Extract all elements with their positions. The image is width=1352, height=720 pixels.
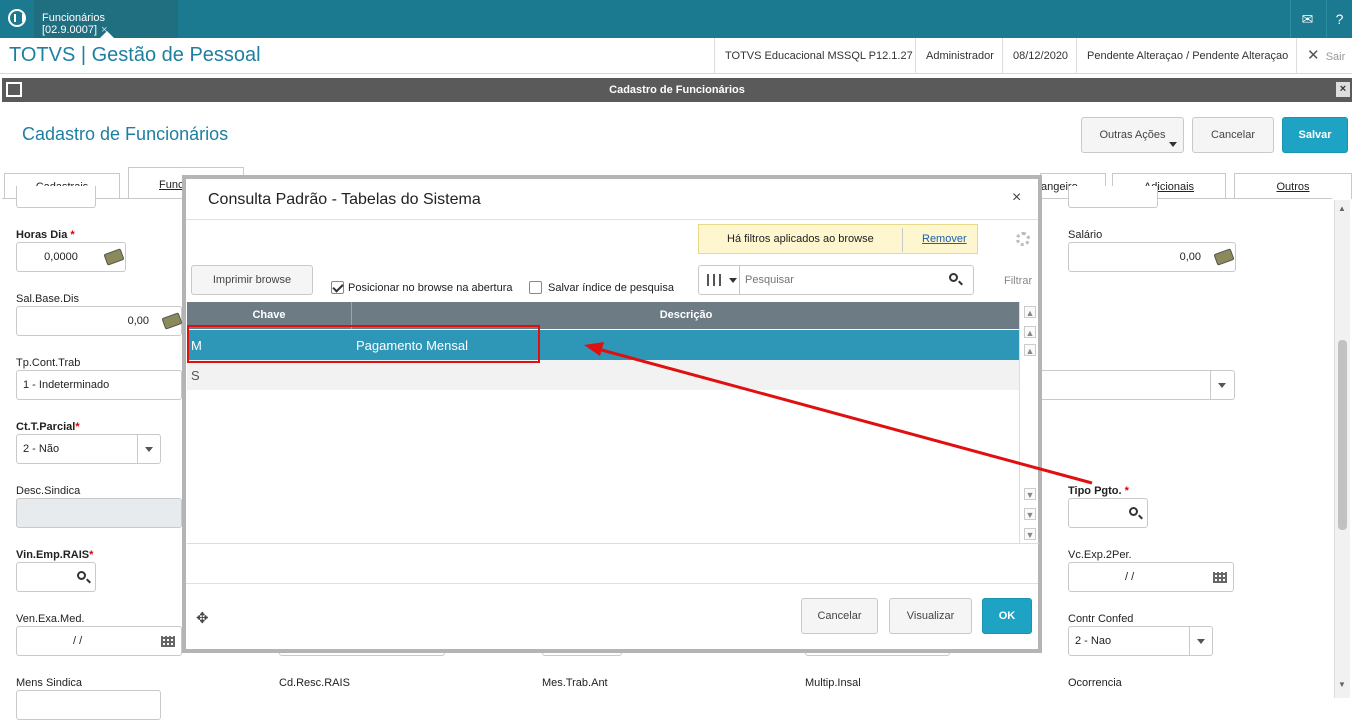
annotation-arrow [584, 342, 1093, 485]
